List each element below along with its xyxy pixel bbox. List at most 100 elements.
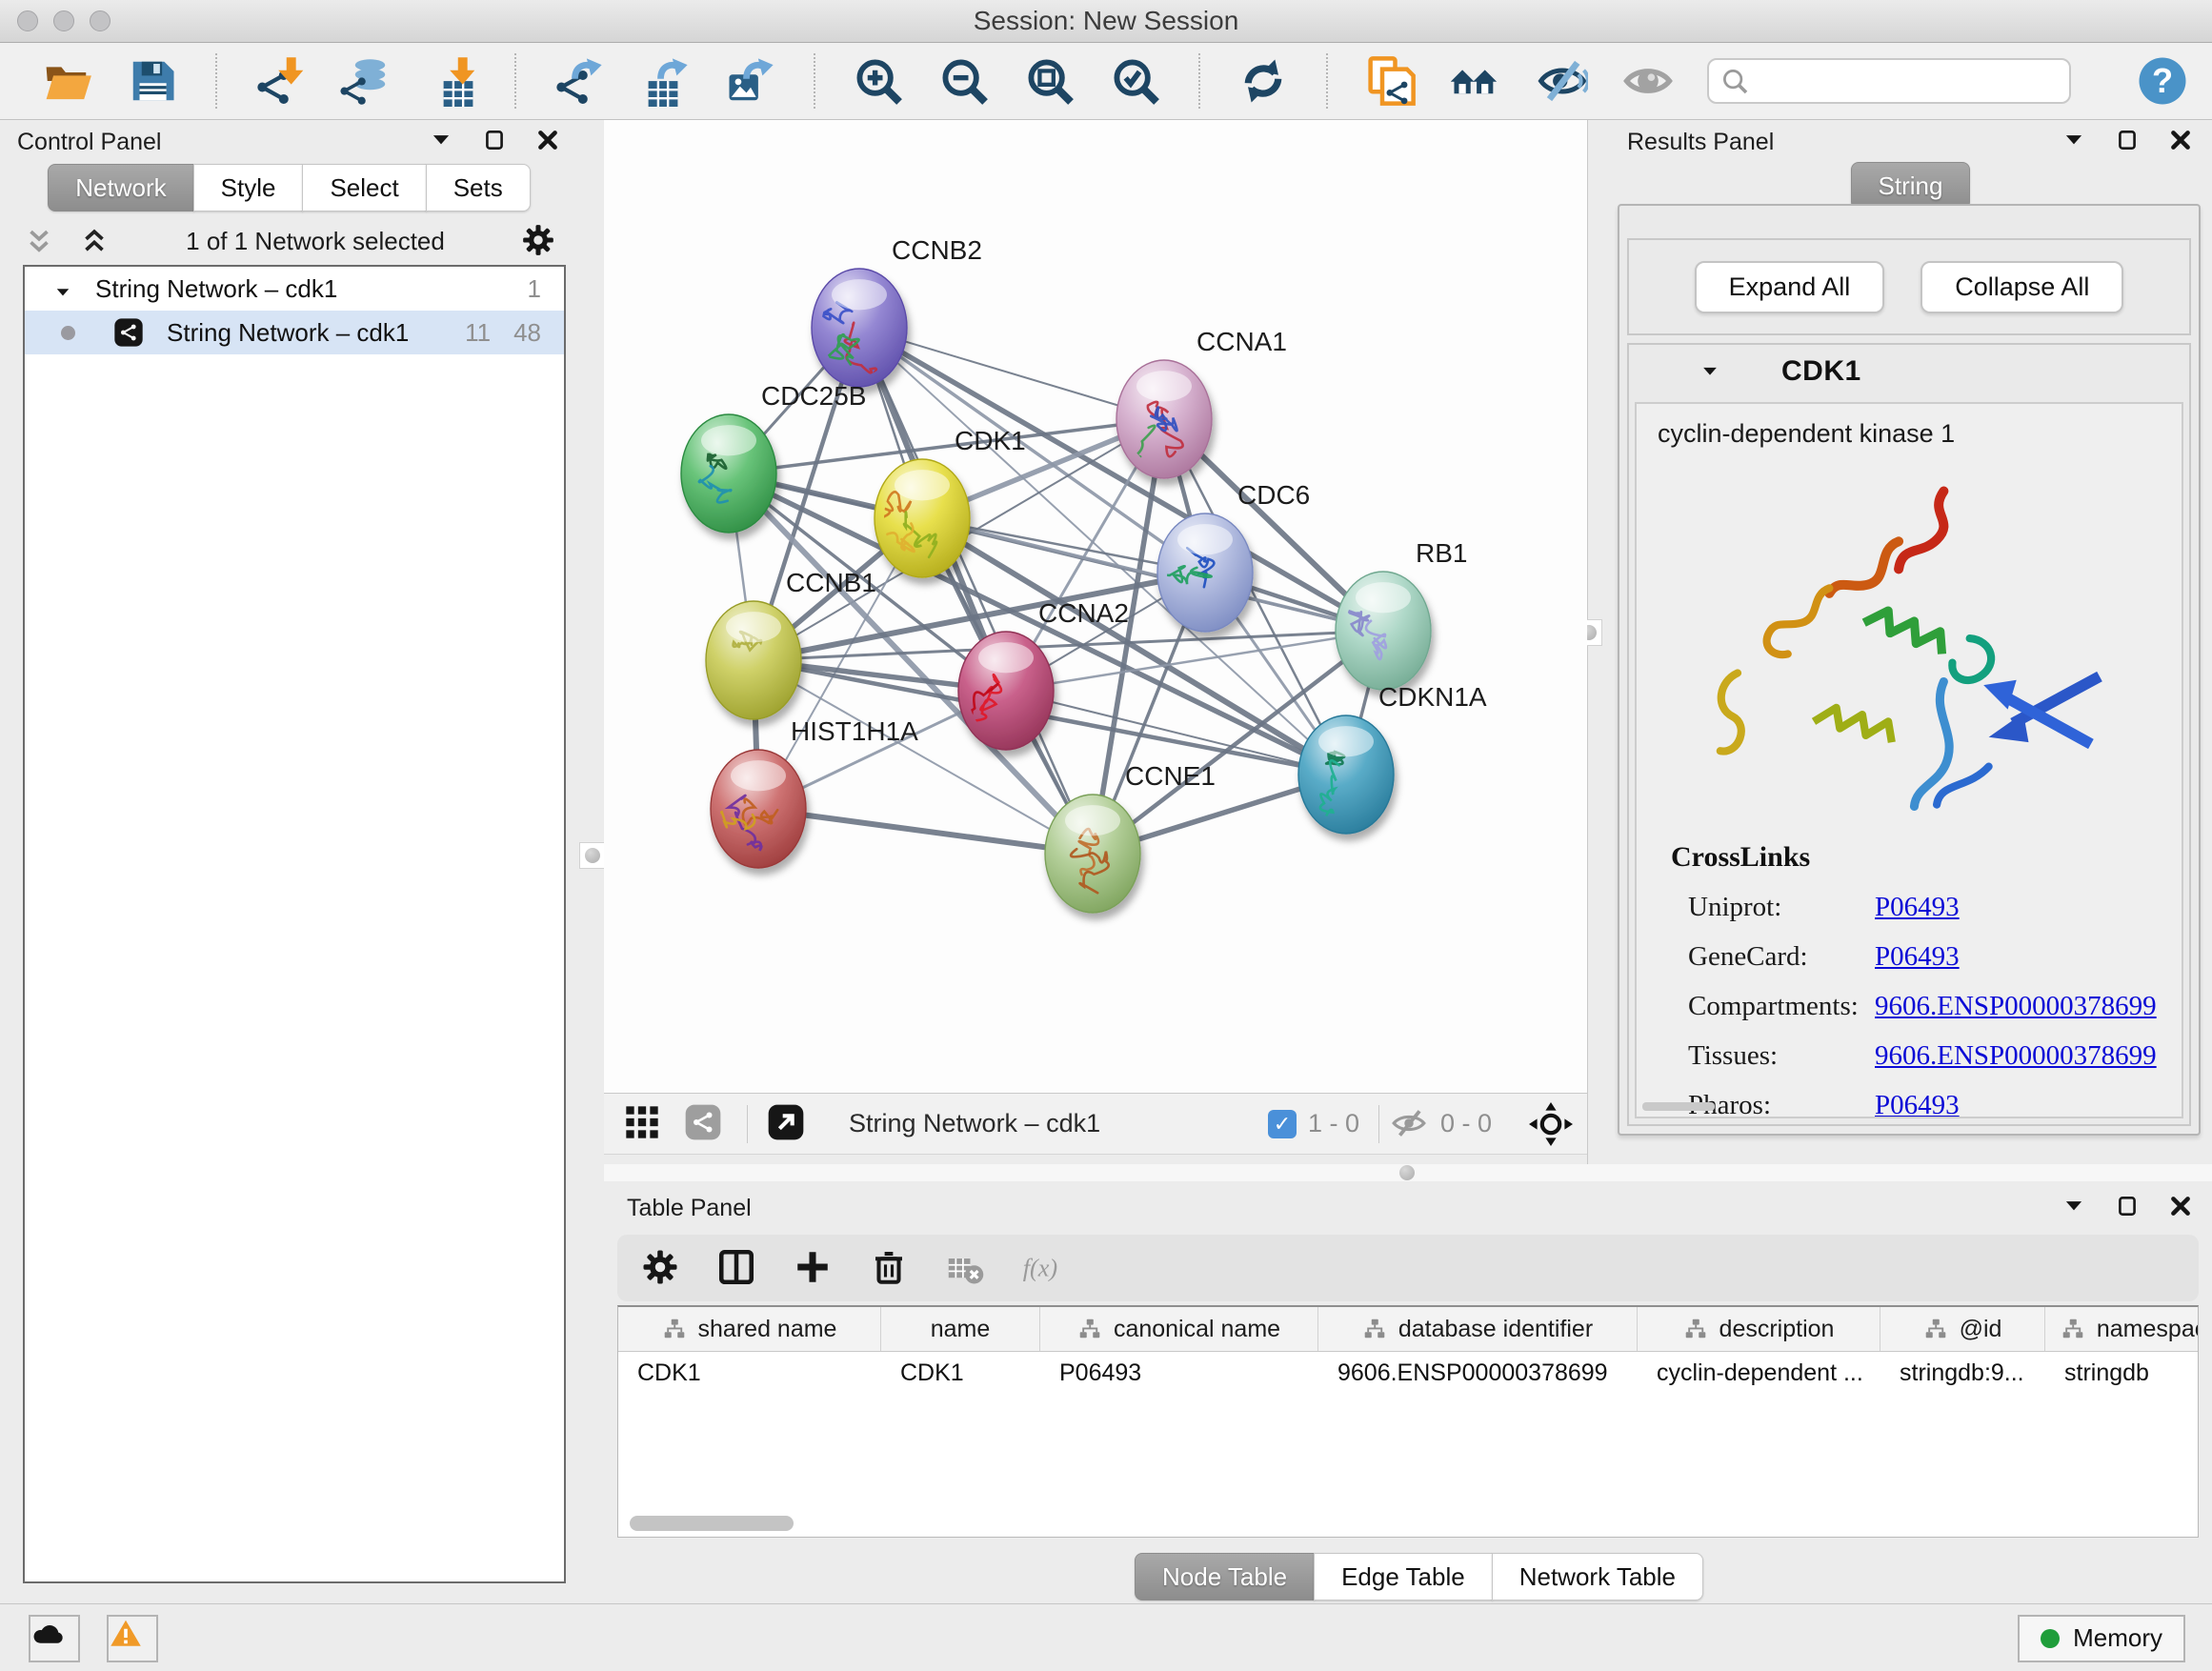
column-header-shared-name[interactable]: shared name: [618, 1307, 881, 1351]
column-label: database identifier: [1398, 1316, 1593, 1343]
double-chevron-down-icon: [23, 225, 55, 257]
table-hscrollbar-thumb[interactable]: [630, 1516, 794, 1531]
delete-column-button[interactable]: [869, 1247, 911, 1289]
panel-close-button[interactable]: [535, 128, 564, 156]
panel-float-button[interactable]: [2115, 128, 2143, 156]
table-options-button[interactable]: [640, 1247, 682, 1289]
node-label-CCNA2: CCNA2: [1038, 598, 1129, 628]
detach-view-button[interactable]: [767, 1103, 809, 1145]
network-node-CCNE1[interactable]: [1045, 795, 1140, 913]
function-builder-button[interactable]: f(x): [1021, 1247, 1063, 1289]
network-node-CDKN1A[interactable]: [1298, 715, 1394, 834]
tab-network-table[interactable]: Network Table: [1492, 1553, 1703, 1601]
save-session-button[interactable]: [126, 54, 179, 108]
show-columns-button[interactable]: [716, 1247, 758, 1289]
zoom-out-button[interactable]: [937, 54, 991, 108]
expand-all-tree-button[interactable]: [78, 225, 111, 257]
open-session-button[interactable]: [40, 54, 93, 108]
column-header-canonical-name[interactable]: canonical name: [1040, 1307, 1318, 1351]
tab-network[interactable]: Network: [48, 164, 193, 211]
panel-close-button[interactable]: [2168, 128, 2197, 156]
crosslink-link[interactable]: P06493: [1875, 1090, 1960, 1118]
crosslink-link[interactable]: P06493: [1875, 941, 1960, 973]
column-header-namespace[interactable]: namespace: [2045, 1307, 2199, 1351]
network-edge[interactable]: [758, 809, 1093, 854]
expand-all-button[interactable]: Expand All: [1695, 261, 1885, 313]
tab-select[interactable]: Select: [302, 164, 426, 211]
collection-count: 1: [528, 274, 541, 304]
left-splitter[interactable]: [579, 120, 604, 1603]
network-node-CDC6[interactable]: [1156, 513, 1253, 632]
delete-table-button[interactable]: [945, 1247, 987, 1289]
tab-string[interactable]: String: [1851, 162, 1971, 210]
import-table-button[interactable]: [425, 54, 478, 108]
tab-sets[interactable]: Sets: [426, 164, 531, 211]
table-row[interactable]: CDK1CDK1P064939606.ENSP00000378699cyclin…: [618, 1352, 2198, 1394]
export-image-button[interactable]: [724, 54, 777, 108]
network-node-CCNA1[interactable]: [1116, 360, 1212, 489]
panel-menu-button[interactable]: [2061, 128, 2090, 156]
crosslink-link[interactable]: P06493: [1875, 892, 1960, 923]
zoom-fit-button[interactable]: [1023, 54, 1076, 108]
column-header-id[interactable]: @id: [1880, 1307, 2045, 1351]
panel-close-button[interactable]: [2168, 1194, 2197, 1222]
documents-network-button[interactable]: [1364, 54, 1418, 108]
network-node-CCNB1[interactable]: [706, 601, 801, 719]
left-splitter-handle[interactable]: [579, 842, 606, 869]
control-panel-tabs: NetworkStyleSelectSets: [0, 164, 579, 211]
network-row-selected[interactable]: String Network – cdk1 11 48: [25, 311, 564, 354]
crosslink-link[interactable]: 9606.ENSP00000378699: [1875, 991, 2157, 1022]
panel-menu-button[interactable]: [429, 128, 457, 156]
network-node-CDK1[interactable]: [863, 459, 970, 577]
export-network-button[interactable]: [553, 54, 606, 108]
network-overview-button[interactable]: [684, 1103, 726, 1145]
refresh-button[interactable]: [1237, 54, 1290, 108]
horizontal-splitter[interactable]: [604, 1164, 2212, 1181]
panel-float-button[interactable]: [2115, 1194, 2143, 1222]
column-header-database-identifier[interactable]: database identifier: [1318, 1307, 1638, 1351]
selected-checkbox[interactable]: ✓: [1268, 1110, 1297, 1138]
collapse-all-button[interactable]: Collapse All: [1920, 261, 2123, 313]
panel-float-button[interactable]: [482, 128, 511, 156]
title-bar: Session: New Session: [0, 0, 2212, 43]
network-canvas[interactable]: CCNB2 CCNA1 CDC25B CDK1 CDC6 RB1 CCNB1 C…: [604, 120, 1587, 1093]
hide-selected-button[interactable]: [1536, 54, 1589, 108]
show-all-button[interactable]: [1621, 54, 1675, 108]
crosslink-link[interactable]: 9606.ENSP00000378699: [1875, 1040, 2157, 1072]
entry-body: cyclin-dependent kinase 1: [1635, 402, 2183, 1118]
network-node-CCNB2[interactable]: [812, 269, 907, 393]
memory-button[interactable]: Memory: [2018, 1615, 2185, 1662]
warnings-button[interactable]: [107, 1615, 158, 1662]
tab-edge-table[interactable]: Edge Table: [1314, 1553, 1493, 1601]
network-edge[interactable]: [859, 328, 1093, 854]
network-node-RB1[interactable]: [1336, 572, 1431, 690]
hidden-toggle[interactable]: [1391, 1105, 1429, 1143]
cloud-button[interactable]: [29, 1615, 80, 1662]
help-button[interactable]: ?: [2136, 54, 2189, 108]
network-node-CDC25B[interactable]: [681, 414, 776, 533]
tab-style[interactable]: Style: [193, 164, 304, 211]
houses-button[interactable]: [1450, 54, 1503, 108]
birds-eye-view-button[interactable]: [623, 1103, 665, 1145]
collapse-all-tree-button[interactable]: [23, 225, 55, 257]
import-database-button[interactable]: [339, 54, 392, 108]
entry-header-cdk1[interactable]: CDK1: [1629, 345, 2189, 398]
network-options-button[interactable]: [520, 222, 558, 260]
export-table-button[interactable]: [638, 54, 692, 108]
column-header-description[interactable]: description: [1638, 1307, 1880, 1351]
zoom-selected-button[interactable]: [1109, 54, 1162, 108]
create-column-button[interactable]: [793, 1247, 835, 1289]
tab-node-table[interactable]: Node Table: [1135, 1553, 1315, 1601]
zoom-in-button[interactable]: [852, 54, 905, 108]
network-collection-row[interactable]: String Network – cdk1 1: [25, 267, 564, 311]
import-network-button[interactable]: [253, 54, 307, 108]
network-node-HIST1H1A[interactable]: [708, 750, 806, 868]
node-label-RB1: RB1: [1416, 538, 1467, 568]
entry-scrollbar-thumb[interactable]: [1642, 1102, 1715, 1111]
zoom-fit-icon: [1024, 55, 1076, 107]
search-input[interactable]: [1707, 58, 2071, 104]
column-header-name[interactable]: name: [881, 1307, 1040, 1351]
fit-content-button[interactable]: [1528, 1101, 1574, 1147]
export-network-icon: [553, 55, 605, 107]
panel-menu-button[interactable]: [2061, 1194, 2090, 1222]
